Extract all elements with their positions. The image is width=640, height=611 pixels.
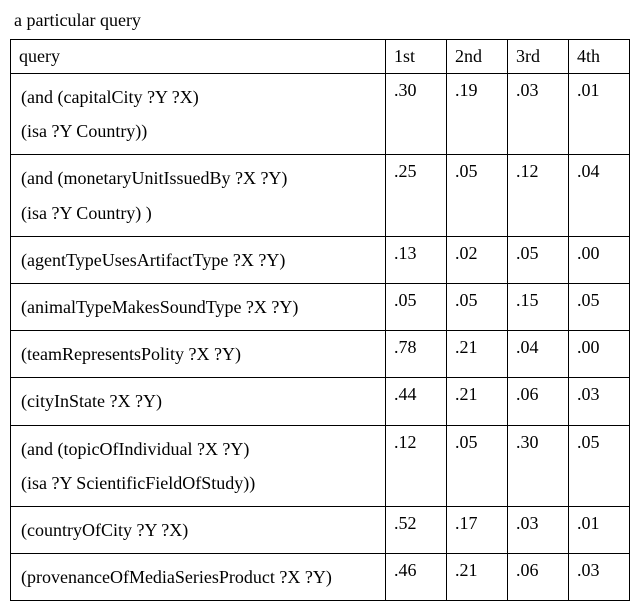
query-line: (agentTypeUsesArtifactType ?X ?Y) [21, 243, 377, 277]
query-cell: (provenanceOfMediaSeriesProduct ?X ?Y) [11, 554, 386, 601]
value-cell: .21 [447, 554, 508, 601]
value-cell: .25 [386, 155, 447, 236]
value-cell: .01 [569, 74, 630, 155]
table-header-row: query 1st 2nd 3rd 4th [11, 40, 630, 74]
value-cell: .05 [386, 283, 447, 330]
query-line: (teamRepresentsPolity ?X ?Y) [21, 337, 377, 371]
value-cell: .05 [447, 425, 508, 506]
results-table: query 1st 2nd 3rd 4th (and (capitalCity … [10, 39, 630, 601]
value-cell: .44 [386, 378, 447, 425]
value-cell: .00 [569, 331, 630, 378]
query-line: (cityInState ?X ?Y) [21, 384, 377, 418]
value-cell: .03 [508, 74, 569, 155]
value-cell: .30 [386, 74, 447, 155]
table-row: (teamRepresentsPolity ?X ?Y) .78.21.04.00 [11, 331, 630, 378]
col-3rd: 3rd [508, 40, 569, 74]
value-cell: .78 [386, 331, 447, 378]
table-row: (and (monetaryUnitIssuedBy ?X ?Y)(isa ?Y… [11, 155, 630, 236]
query-cell: (animalTypeMakesSoundType ?X ?Y) [11, 283, 386, 330]
table-row: (and (topicOfIndividual ?X ?Y)(isa ?Y Sc… [11, 425, 630, 506]
value-cell: .06 [508, 378, 569, 425]
value-cell: .03 [508, 506, 569, 553]
query-line: (isa ?Y Country)) [21, 114, 377, 148]
value-cell: .03 [569, 554, 630, 601]
table-row: (cityInState ?X ?Y) .44.21.06.03 [11, 378, 630, 425]
col-4th: 4th [569, 40, 630, 74]
query-line: (and (monetaryUnitIssuedBy ?X ?Y) [21, 161, 377, 195]
query-line: (provenanceOfMediaSeriesProduct ?X ?Y) [21, 560, 377, 594]
value-cell: .52 [386, 506, 447, 553]
table-row: (and (capitalCity ?Y ?X)(isa ?Y Country)… [11, 74, 630, 155]
value-cell: .05 [447, 283, 508, 330]
value-cell: .04 [569, 155, 630, 236]
value-cell: .12 [508, 155, 569, 236]
query-line: (countryOfCity ?Y ?X) [21, 513, 377, 547]
query-cell: (cityInState ?X ?Y) [11, 378, 386, 425]
query-cell: (agentTypeUsesArtifactType ?X ?Y) [11, 236, 386, 283]
table-row: (agentTypeUsesArtifactType ?X ?Y) .13.02.… [11, 236, 630, 283]
query-cell: (and (topicOfIndividual ?X ?Y)(isa ?Y Sc… [11, 425, 386, 506]
query-line: (isa ?Y Country) ) [21, 196, 377, 230]
value-cell: .05 [569, 425, 630, 506]
query-cell: (and (capitalCity ?Y ?X)(isa ?Y Country)… [11, 74, 386, 155]
query-cell: (countryOfCity ?Y ?X) [11, 506, 386, 553]
table-row: (animalTypeMakesSoundType ?X ?Y).05.05.1… [11, 283, 630, 330]
value-cell: .04 [508, 331, 569, 378]
table-caption: a particular query [10, 10, 630, 31]
value-cell: .03 [569, 378, 630, 425]
value-cell: .06 [508, 554, 569, 601]
value-cell: .02 [447, 236, 508, 283]
query-cell: (teamRepresentsPolity ?X ?Y) [11, 331, 386, 378]
value-cell: .00 [569, 236, 630, 283]
query-line: (animalTypeMakesSoundType ?X ?Y) [21, 290, 377, 324]
value-cell: .19 [447, 74, 508, 155]
value-cell: .15 [508, 283, 569, 330]
query-line: (and (capitalCity ?Y ?X) [21, 80, 377, 114]
value-cell: .17 [447, 506, 508, 553]
query-line: (isa ?Y ScientificFieldOfStudy)) [21, 466, 377, 500]
query-cell: (and (monetaryUnitIssuedBy ?X ?Y)(isa ?Y… [11, 155, 386, 236]
table-row: (countryOfCity ?Y ?X) .52.17.03.01 [11, 506, 630, 553]
value-cell: .01 [569, 506, 630, 553]
value-cell: .05 [447, 155, 508, 236]
value-cell: .21 [447, 378, 508, 425]
col-1st: 1st [386, 40, 447, 74]
query-line: (and (topicOfIndividual ?X ?Y) [21, 432, 377, 466]
col-query: query [11, 40, 386, 74]
table-body: (and (capitalCity ?Y ?X)(isa ?Y Country)… [11, 74, 630, 601]
value-cell: .05 [569, 283, 630, 330]
value-cell: .46 [386, 554, 447, 601]
value-cell: .30 [508, 425, 569, 506]
value-cell: .13 [386, 236, 447, 283]
value-cell: .12 [386, 425, 447, 506]
value-cell: .21 [447, 331, 508, 378]
col-2nd: 2nd [447, 40, 508, 74]
table-row: (provenanceOfMediaSeriesProduct ?X ?Y) .4… [11, 554, 630, 601]
value-cell: .05 [508, 236, 569, 283]
